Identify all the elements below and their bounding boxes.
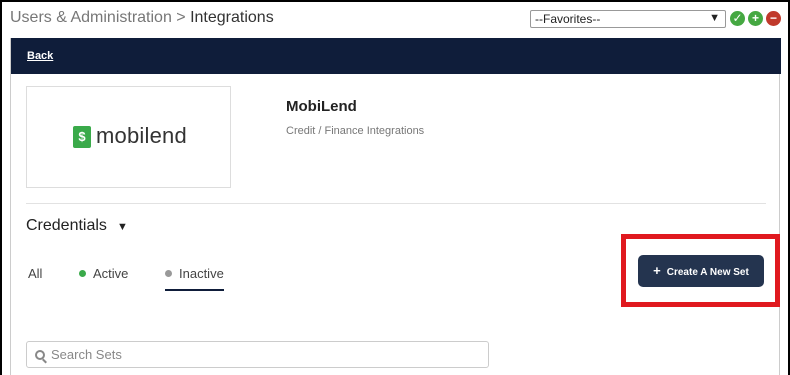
plus-icon[interactable]: + (748, 11, 763, 26)
logo-text: mobilend (96, 123, 187, 148)
search-input[interactable]: Search Sets (26, 341, 489, 368)
favorites-selected-value: --Favorites-- (535, 12, 601, 26)
plus-icon: + (653, 263, 661, 278)
tab-inactive[interactable]: Inactive (165, 266, 224, 291)
chevron-down-icon: ▼ (709, 12, 720, 24)
tab-active-label: Active (93, 266, 129, 281)
top-bar: Back (11, 38, 781, 74)
integration-panel: Back $ mobilend MobiLend Credit / Financ… (10, 38, 781, 375)
breadcrumb-page: Integrations (190, 9, 274, 26)
breadcrumb-separator: > (171, 9, 191, 26)
tab-inactive-label: Inactive (179, 266, 224, 281)
integration-category: Credit / Finance Integrations (286, 125, 425, 137)
search-placeholder: Search Sets (51, 347, 122, 362)
status-dot-active (79, 270, 86, 277)
favorites-select[interactable]: --Favorites-- ▼ (530, 10, 726, 28)
create-new-set-button[interactable]: + Create A New Set (638, 255, 764, 287)
breadcrumb: Users & Administration > Integrations (10, 9, 274, 27)
tab-all-label: All (28, 266, 43, 281)
status-dot-inactive (165, 270, 172, 277)
create-new-set-label: Create A New Set (666, 267, 749, 278)
divider (26, 203, 766, 204)
integration-logo: $ mobilend (26, 86, 231, 188)
tab-all[interactable]: All (28, 266, 42, 281)
integration-name: MobiLend (286, 98, 357, 115)
chevron-down-icon[interactable]: ▼ (117, 221, 128, 233)
search-icon (35, 350, 45, 360)
credentials-dropdown-title[interactable]: Credentials (26, 217, 107, 235)
logo-mark: $ (73, 126, 91, 148)
check-icon[interactable]: ✓ (730, 11, 745, 26)
minus-icon[interactable]: − (766, 11, 781, 26)
breadcrumb-section[interactable]: Users & Administration (10, 9, 172, 26)
tab-active[interactable]: Active (79, 266, 128, 281)
back-link[interactable]: Back (27, 50, 53, 62)
